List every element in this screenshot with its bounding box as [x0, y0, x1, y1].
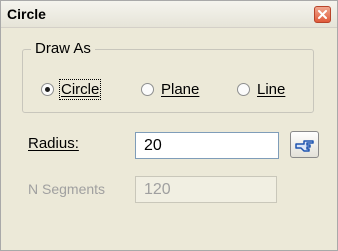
radio-circle-label[interactable]: Circle: [58, 78, 102, 100]
radius-input[interactable]: [135, 132, 279, 159]
radio-line[interactable]: Line: [237, 80, 285, 98]
title-bar[interactable]: Circle: [1, 1, 337, 28]
pick-radius-button[interactable]: [290, 131, 319, 158]
radio-button-checked[interactable]: [41, 82, 54, 96]
circle-dialog: Circle Draw As Circle Plane Line Radius:…: [0, 0, 338, 251]
radio-button-unchecked[interactable]: [237, 82, 250, 96]
window-title: Circle: [7, 6, 46, 22]
segments-label: N Segments: [28, 181, 106, 197]
radio-circle[interactable]: Circle: [41, 78, 102, 100]
draw-as-legend: Draw As: [31, 40, 95, 57]
radio-plane[interactable]: Plane: [141, 80, 199, 98]
radio-line-label[interactable]: Line: [257, 81, 285, 98]
segments-input[interactable]: [135, 176, 277, 203]
pointing-hand-icon: [295, 140, 314, 152]
radio-plane-label[interactable]: Plane: [161, 81, 199, 98]
radius-label: Radius:: [28, 135, 79, 152]
close-icon: [318, 10, 327, 19]
close-button[interactable]: [314, 6, 331, 23]
radio-button-unchecked[interactable]: [141, 82, 154, 96]
